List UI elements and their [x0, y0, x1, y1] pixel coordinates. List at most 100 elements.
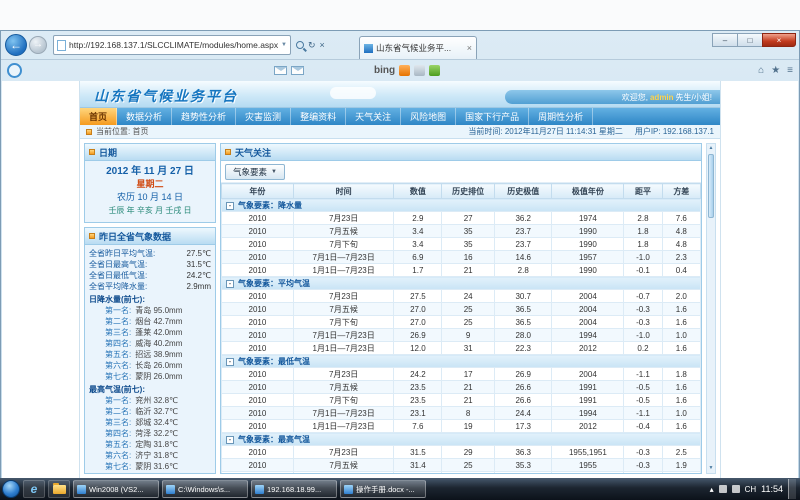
taskbar-window-button[interactable]: 操作手册.docx -...: [340, 480, 426, 498]
nav-item-0[interactable]: 首页: [80, 108, 117, 125]
section-header-row[interactable]: -气象要素：平均气温: [222, 277, 701, 290]
section-header-row[interactable]: -气象要素：降水量: [222, 199, 701, 212]
table-row[interactable]: 20107月五候31.42535.31955-0.31.9: [222, 459, 701, 472]
cell: 7.6: [662, 212, 700, 225]
table-row[interactable]: 20107月下旬27.02536.52004-0.31.6: [222, 316, 701, 329]
tray-expand-icon[interactable]: ▴: [710, 485, 714, 494]
clock[interactable]: 11:54: [761, 484, 783, 494]
maximize-button[interactable]: □: [737, 33, 762, 47]
collapse-icon[interactable]: -: [226, 202, 234, 210]
ie-taskbar-icon[interactable]: e: [23, 480, 45, 498]
nav-item-2[interactable]: 趋势性分析: [172, 108, 236, 125]
nav-item-6[interactable]: 风险地图: [401, 108, 456, 125]
home-icon[interactable]: ⌂: [758, 65, 764, 76]
table-row[interactable]: 20107月下旬3.43523.719901.84.8: [222, 238, 701, 251]
cell: 1.8: [624, 225, 662, 238]
taskbar-windows: Win2008 (VS2...C:\Windows\s...192.168.18…: [73, 480, 426, 498]
taskbar-window-button[interactable]: C:\Windows\s...: [162, 480, 248, 498]
section-header-row[interactable]: -气象要素：最低气温: [222, 355, 701, 368]
cell: 1.8: [624, 238, 662, 251]
search-icon[interactable]: [296, 41, 304, 49]
start-button[interactable]: [2, 480, 20, 498]
forward-button[interactable]: →: [29, 36, 47, 54]
browser-tab[interactable]: 山东省气候业务平... ×: [359, 36, 477, 59]
nav-item-8[interactable]: 周期性分析: [529, 108, 593, 125]
table-row[interactable]: 20107月23日2.92736.219742.87.6: [222, 212, 701, 225]
cell: 1955,1951: [552, 446, 624, 459]
favorites-star-icon[interactable]: ★: [771, 65, 780, 76]
collapse-icon[interactable]: -: [226, 436, 234, 444]
weather-data-table: 年份时间数值历史排位历史极值极值年份距平方差 -气象要素：降水量20107月23…: [221, 183, 701, 473]
nav-item-4[interactable]: 整编资料: [291, 108, 346, 125]
network-icon[interactable]: [719, 485, 727, 493]
vertical-scrollbar[interactable]: ▲ ▼: [706, 143, 716, 474]
table-row[interactable]: 20107月五候27.02536.52004-0.31.6: [222, 303, 701, 316]
column-header: 历史排位: [442, 184, 495, 199]
mail-icon[interactable]: [274, 66, 287, 75]
section-header-row[interactable]: -气象要素：最高气温: [222, 433, 701, 446]
close-button[interactable]: ×: [762, 33, 796, 47]
cell: 1951: [552, 472, 624, 474]
address-dropdown-icon[interactable]: ▼: [281, 42, 287, 48]
table-row[interactable]: 20101月1日—7月23日7.61917.32012-0.41.6: [222, 420, 701, 433]
table-row[interactable]: 20101月1日—7月23日12.03122.320120.21.6: [222, 342, 701, 355]
stop-icon[interactable]: ×: [320, 40, 325, 50]
toolbar-ring-icon[interactable]: [7, 63, 22, 78]
section-title: 气象要素：最低气温: [238, 357, 310, 366]
show-desktop-button[interactable]: [788, 479, 796, 499]
nav-item-5[interactable]: 天气关注: [346, 108, 401, 125]
table-row[interactable]: 20107月1日—7月23日23.1824.41994-1.11.0: [222, 407, 701, 420]
addon-orange-icon[interactable]: [399, 65, 410, 76]
cell: 25: [442, 316, 495, 329]
rank-row: 第二名:临沂 32.7℃: [89, 406, 211, 417]
input-language-indicator[interactable]: CH: [745, 485, 757, 494]
scroll-up-icon[interactable]: ▲: [707, 144, 715, 153]
refresh-icon[interactable]: ↻: [308, 40, 316, 51]
column-header: 距平: [624, 184, 662, 199]
table-row[interactable]: 20107月下旬31.42535.31951-0.31.9: [222, 472, 701, 474]
collapse-icon[interactable]: -: [226, 358, 234, 366]
address-bar[interactable]: http://192.168.137.1/SLCCLIMATE/modules/…: [53, 35, 291, 55]
back-button[interactable]: ←: [5, 34, 27, 56]
table-row[interactable]: 20107月下旬23.52126.61991-0.51.6: [222, 394, 701, 407]
table-row[interactable]: 20107月五候23.52126.61991-0.51.6: [222, 381, 701, 394]
table-row[interactable]: 20101月1日—7月23日1.7212.81990-0.10.4: [222, 264, 701, 277]
nav-item-1[interactable]: 数据分析: [117, 108, 172, 125]
cell: 24: [442, 290, 495, 303]
cell: 21: [442, 394, 495, 407]
rank-row: 第五名:定陶 31.8℃: [89, 439, 211, 450]
element-filter-button[interactable]: 气象要素 ▼: [225, 164, 285, 180]
taskbar-window-button[interactable]: 192.168.18.99...: [251, 480, 337, 498]
cell: 1990: [552, 264, 624, 277]
volume-icon[interactable]: [732, 485, 740, 493]
table-row[interactable]: 20107月23日27.52430.72004-0.72.0: [222, 290, 701, 303]
table-row[interactable]: 20107月23日31.52936.31955,1951-0.32.5: [222, 446, 701, 459]
cell: 17.3: [495, 420, 552, 433]
minimize-button[interactable]: –: [712, 33, 737, 47]
browser-address-row: ← → http://192.168.137.1/SLCCLIMATE/modu…: [1, 31, 799, 59]
scroll-down-icon[interactable]: ▼: [707, 464, 715, 473]
table-row[interactable]: 20107月1日—7月23日6.91614.61957-1.02.3: [222, 251, 701, 264]
collapse-icon[interactable]: -: [226, 280, 234, 288]
tab-close-icon[interactable]: ×: [467, 43, 472, 53]
url-text[interactable]: http://192.168.137.1/SLCCLIMATE/modules/…: [69, 40, 281, 50]
addon-green-icon[interactable]: [429, 65, 440, 76]
cell: -0.1: [624, 264, 662, 277]
explorer-taskbar-icon[interactable]: [48, 480, 70, 498]
scrollbar-thumb[interactable]: [708, 154, 714, 218]
bing-logo[interactable]: bing: [374, 65, 395, 76]
scrollbar-track[interactable]: [707, 219, 715, 464]
summary-row: 全省昨日平均气温:27.5℃: [89, 248, 211, 259]
table-row[interactable]: 20107月1日—7月23日26.9928.01994-1.01.0: [222, 329, 701, 342]
nav-item-3[interactable]: 灾害监测: [236, 108, 291, 125]
nav-item-7[interactable]: 国家下行产品: [456, 108, 529, 125]
mail-icon[interactable]: [291, 66, 304, 75]
taskbar-window-button[interactable]: Win2008 (VS2...: [73, 480, 159, 498]
addon-gray-icon[interactable]: [414, 65, 425, 76]
cell: 2.3: [662, 251, 700, 264]
table-row[interactable]: 20107月23日24.21726.92004-1.11.8: [222, 368, 701, 381]
info-bar: 当前位置: 首页 当前时间: 2012年11月27日 11:14:31 星期二 …: [80, 125, 720, 139]
cell: 26.6: [495, 381, 552, 394]
table-row[interactable]: 20107月五候3.43523.719901.84.8: [222, 225, 701, 238]
tools-menu-icon[interactable]: ≡: [787, 65, 793, 76]
